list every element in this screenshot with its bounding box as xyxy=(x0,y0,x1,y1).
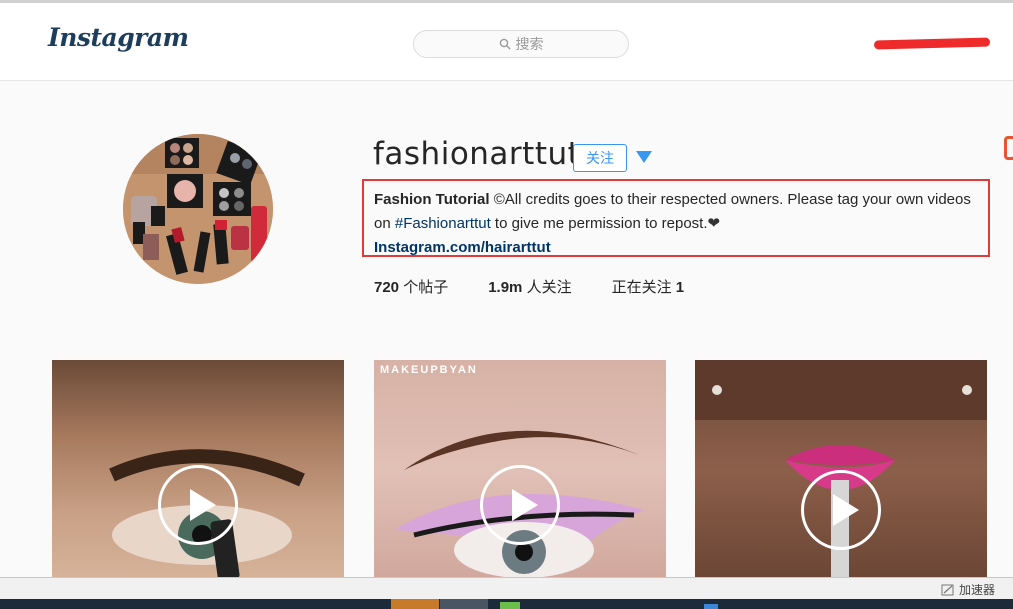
bio-hashtag-link[interactable]: #Fashionarttut xyxy=(395,215,491,232)
post-thumbnail[interactable] xyxy=(52,360,344,580)
taskbar-app[interactable] xyxy=(440,599,488,609)
play-icon[interactable] xyxy=(801,470,881,550)
taskbar-app[interactable] xyxy=(391,599,439,609)
heart-icon: ❤ xyxy=(707,215,721,232)
redacted-username-mark[interactable] xyxy=(873,37,991,50)
profile-avatar[interactable] xyxy=(123,134,273,284)
follow-button[interactable]: 关注 xyxy=(573,144,627,172)
accelerator-icon xyxy=(941,583,955,597)
play-icon[interactable] xyxy=(480,465,560,545)
posts-label: 个帖子 xyxy=(399,279,449,296)
profile-bio: Fashion Tutorial ©All credits goes to th… xyxy=(374,188,990,260)
bio-website-link[interactable]: Instagram.com/hairarttut xyxy=(374,236,990,260)
following-count: 1 xyxy=(675,279,685,296)
post-thumbnail[interactable]: MAKEUPBYAN xyxy=(374,360,666,580)
search-icon xyxy=(499,38,511,50)
posts-count: 720 xyxy=(374,279,400,296)
taskbar-app[interactable] xyxy=(500,602,520,609)
accelerator-button[interactable]: 加速器 xyxy=(941,581,995,598)
post-watermark: MAKEUPBYAN xyxy=(380,364,478,376)
posts-stat: 720 个帖子 xyxy=(374,276,448,297)
instagram-logo[interactable]: Instagram xyxy=(48,23,189,52)
instagram-profile-page: Instagram 搜索 fashionarttut 关注 Fashion Tu… xyxy=(0,0,1013,609)
followers-stat[interactable]: 1.9m 人关注 xyxy=(488,276,571,297)
following-label: 正在关注 xyxy=(611,279,676,296)
side-extension-icon[interactable] xyxy=(1004,136,1013,160)
bio-text-2: to give me permission to repost. xyxy=(490,215,708,232)
taskbar-app[interactable] xyxy=(704,604,718,609)
accelerator-label: 加速器 xyxy=(958,583,995,597)
followers-count: 1.9m xyxy=(488,279,523,296)
top-navbar: Instagram 搜索 xyxy=(0,3,1013,81)
options-dropdown-icon[interactable] xyxy=(636,151,652,163)
browser-status-bar: 加速器 xyxy=(0,577,1013,599)
followers-label: 人关注 xyxy=(522,279,572,296)
search-placeholder: 搜索 xyxy=(515,36,544,52)
bio-name: Fashion Tutorial xyxy=(374,191,490,208)
profile-stats: 720 个帖子 1.9m 人关注 正在关注 1 xyxy=(374,276,724,297)
play-icon[interactable] xyxy=(158,465,238,545)
post-thumbnail[interactable] xyxy=(695,360,987,580)
search-input[interactable]: 搜索 xyxy=(413,30,629,58)
following-stat[interactable]: 正在关注 1 xyxy=(612,276,685,297)
profile-username: fashionarttut xyxy=(373,136,581,172)
